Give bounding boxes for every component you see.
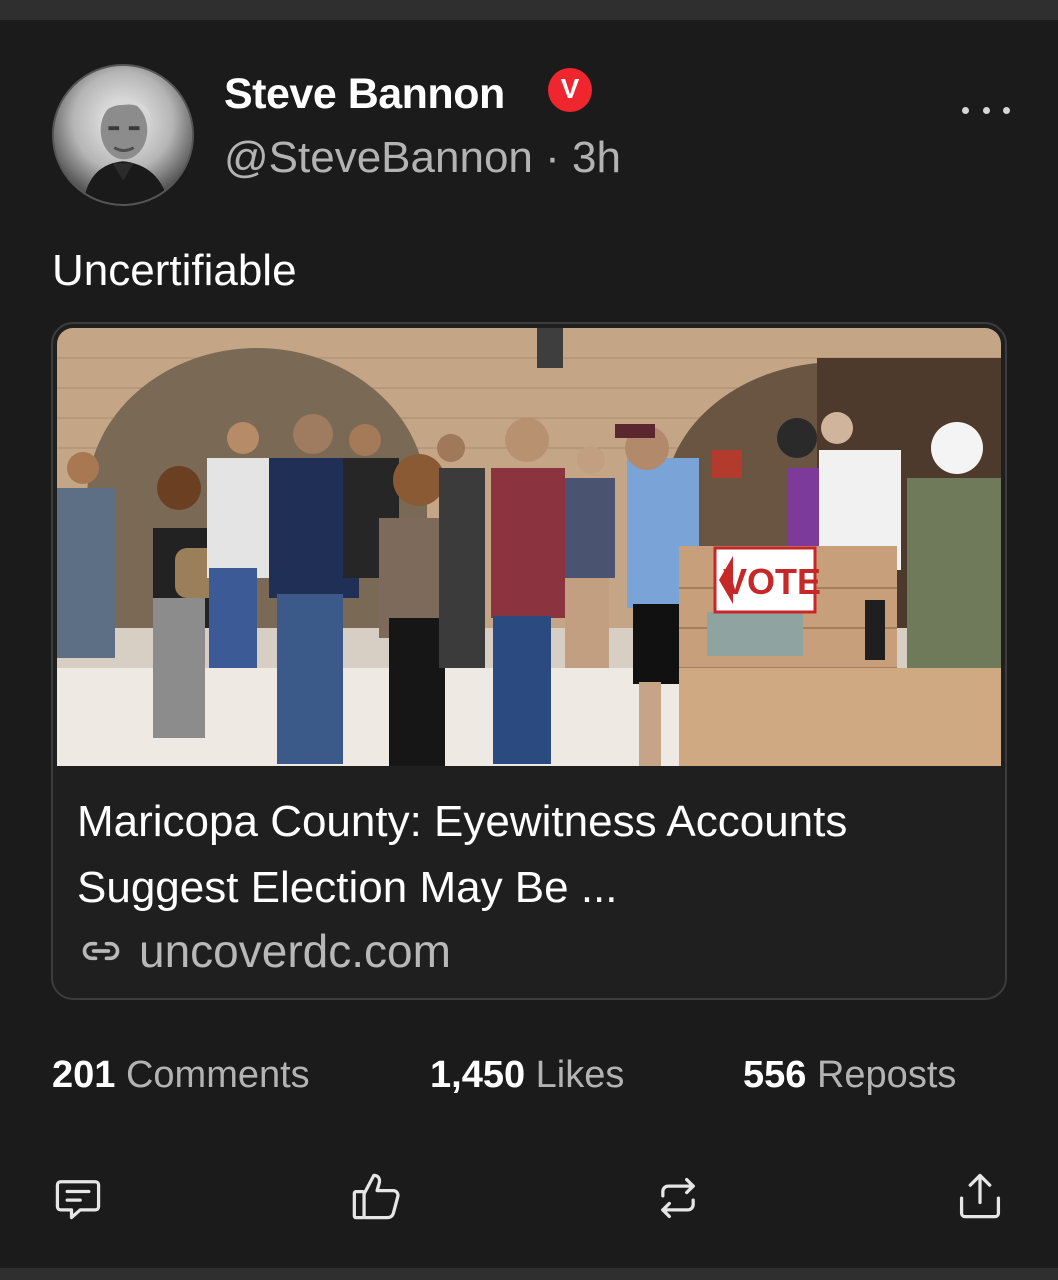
vote-sign-text: VOTE <box>723 561 821 602</box>
reposts-count: 556 <box>743 1054 807 1096</box>
reposts-label: Reposts <box>816 1054 957 1096</box>
meta-separator: · <box>545 133 560 182</box>
link-card-title[interactable]: Maricopa County: Eyewitness Accounts Sug… <box>77 789 987 921</box>
likes-count: 1,450 <box>430 1054 526 1096</box>
repost-icon <box>661 1177 695 1219</box>
link-icon <box>82 941 120 961</box>
post-time: 3h <box>572 133 621 182</box>
comments-label: Comments <box>125 1054 310 1096</box>
author-meta: @SteveBannon · 3h <box>224 133 621 183</box>
author-name[interactable]: Steve Bannon <box>224 70 505 119</box>
profile-photo <box>54 66 192 204</box>
link-card-domain: uncoverdc.com <box>139 925 451 977</box>
comments-count: 201 <box>52 1054 116 1096</box>
top-edge <box>0 0 1058 20</box>
verified-badge-icon: V <box>548 68 592 112</box>
comment-button[interactable] <box>52 1172 104 1224</box>
thumbs-up-icon <box>352 1173 400 1220</box>
author-handle[interactable]: @SteveBannon <box>224 133 533 182</box>
comment-icon <box>55 1180 101 1220</box>
post-text: Uncertifiable <box>52 246 297 295</box>
share-button[interactable] <box>954 1170 1006 1222</box>
reposts-stat[interactable]: 556 Reposts <box>743 1054 956 1097</box>
voting-line-photo: VOTE <box>57 328 1001 766</box>
like-button[interactable] <box>350 1170 402 1222</box>
likes-label: Likes <box>535 1054 625 1096</box>
post-container: Steve Bannon V @SteveBannon · 3h Uncerti… <box>0 20 1058 1268</box>
link-preview-card[interactable]: VOTE Maricopa County: Eyewitness Account… <box>51 322 1007 1000</box>
action-bar <box>0 1170 1058 1230</box>
repost-button[interactable] <box>652 1172 704 1224</box>
verified-badge-letter: V <box>560 73 580 104</box>
likes-stat[interactable]: 1,450 Likes <box>430 1054 624 1097</box>
comments-stat[interactable]: 201 Comments <box>52 1054 310 1097</box>
bottom-edge <box>0 1268 1058 1280</box>
link-preview-image[interactable]: VOTE <box>57 328 1001 766</box>
share-icon <box>959 1173 1001 1219</box>
more-dots-icon[interactable] <box>962 98 1010 122</box>
avatar[interactable] <box>52 64 194 206</box>
post-stats: 201 Comments 1,450 Likes 556 Reposts <box>0 1054 1058 1104</box>
link-card-domain-row[interactable]: uncoverdc.com <box>79 924 451 978</box>
